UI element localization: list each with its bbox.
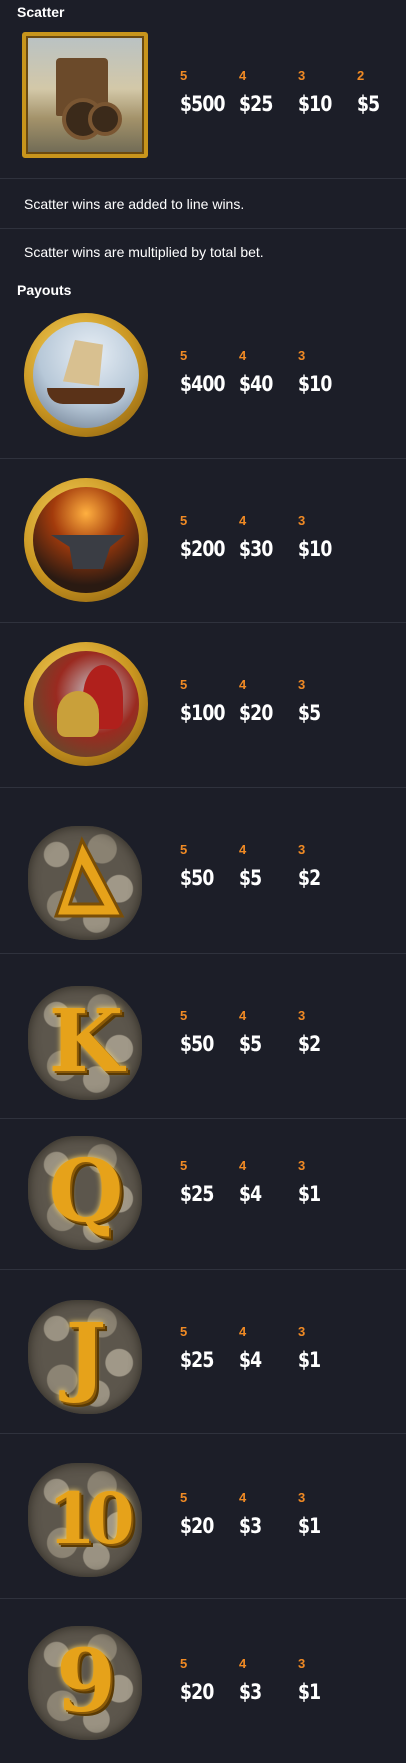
scatter-paytable: 5 $500 4 $25 3 $10 2 $5: [180, 68, 406, 116]
pay-value: $25: [180, 1182, 214, 1206]
pay-count: 3: [298, 1008, 306, 1023]
pay-count: 3: [298, 1490, 306, 1505]
pay-value: $2: [298, 1032, 321, 1056]
pay-count: 2: [357, 68, 365, 83]
pay-value: $50: [180, 866, 214, 890]
pay-value: $1: [298, 1182, 321, 1206]
divider: [0, 953, 406, 954]
pay-value: $4: [239, 1348, 262, 1372]
k-stone-symbol: K: [22, 978, 150, 1106]
pay-value: $10: [298, 92, 332, 116]
payout-row: 5 $400 4 $40 3 $10: [180, 348, 357, 396]
payouts-title: Payouts: [17, 282, 72, 298]
payout-row: 5 $50 4 $5 3 $2: [180, 842, 357, 890]
pay-value: $400: [180, 372, 225, 396]
pay-value: $10: [298, 372, 332, 396]
pay-value: $1: [298, 1514, 321, 1538]
pay-value: $4: [239, 1182, 262, 1206]
pay-count: 4: [239, 1008, 247, 1023]
pay-value: $40: [239, 372, 273, 396]
pay-value: $30: [239, 537, 273, 561]
divider: [0, 787, 406, 788]
ten-stone-symbol: 10: [22, 1455, 150, 1583]
pay-count: 4: [239, 348, 247, 363]
ship-coin-symbol: [22, 311, 150, 439]
pay-count: 4: [239, 1324, 247, 1339]
divider: [0, 1598, 406, 1599]
pay-count: 3: [298, 1656, 306, 1671]
pay-count: 3: [298, 513, 306, 528]
pay-count: 5: [180, 68, 188, 83]
pay-count: 3: [298, 1324, 306, 1339]
pay-count: 3: [298, 348, 306, 363]
pay-count: 4: [239, 1490, 247, 1505]
divider: [0, 1433, 406, 1434]
payout-row: 5 $25 4 $4 3 $1: [180, 1158, 357, 1206]
pay-count: 5: [180, 1158, 188, 1173]
pay-value: $5: [357, 92, 380, 116]
divider: [0, 622, 406, 623]
payout-row: 5 $20 4 $3 3 $1: [180, 1656, 357, 1704]
pay-count: 5: [180, 1490, 188, 1505]
pay-count: 3: [298, 1158, 306, 1173]
divider: [0, 458, 406, 459]
pay-count: 4: [239, 1158, 247, 1173]
pay-value: $1: [298, 1680, 321, 1704]
pay-count: 3: [298, 68, 306, 83]
payout-row: 5 $50 4 $5 3 $2: [180, 1008, 357, 1056]
pay-count: 3: [298, 842, 306, 857]
pay-count: 5: [180, 677, 188, 692]
pay-value: $25: [180, 1348, 214, 1372]
pay-value: $20: [180, 1680, 214, 1704]
divider: [0, 1118, 406, 1119]
divider: [0, 1269, 406, 1270]
nine-stone-symbol: 9: [22, 1618, 150, 1746]
anvil-coin-symbol: [22, 476, 150, 604]
divider: [0, 228, 406, 229]
pay-count: 5: [180, 842, 188, 857]
pay-value: $20: [239, 701, 273, 725]
pay-value: $5: [298, 701, 321, 725]
payout-row: 5 $100 4 $20 3 $5: [180, 677, 357, 725]
pay-value: $200: [180, 537, 225, 561]
pay-count: 4: [239, 677, 247, 692]
pay-count: 5: [180, 1656, 188, 1671]
catapult-scatter-symbol: [22, 32, 148, 158]
pay-count: 5: [180, 1008, 188, 1023]
pay-value: $5: [239, 1032, 262, 1056]
scatter-title: Scatter: [17, 4, 65, 20]
pay-value: $100: [180, 701, 225, 725]
payout-row: 5 $25 4 $4 3 $1: [180, 1324, 357, 1372]
pay-value: $5: [239, 866, 262, 890]
scatter-note: Scatter wins are multiplied by total bet…: [24, 244, 264, 260]
pay-count: 4: [239, 68, 247, 83]
pay-count: 4: [239, 842, 247, 857]
pay-value: $20: [180, 1514, 214, 1538]
pay-value: $10: [298, 537, 332, 561]
payout-row: 5 $200 4 $30 3 $10: [180, 513, 357, 561]
payout-row: 5 $20 4 $3 3 $1: [180, 1490, 357, 1538]
pay-count: 3: [298, 677, 306, 692]
pay-value: $25: [239, 92, 273, 116]
pay-count: 5: [180, 1324, 188, 1339]
pay-count: 5: [180, 513, 188, 528]
pay-value: $500: [180, 92, 225, 116]
pay-count: 4: [239, 513, 247, 528]
pay-value: $3: [239, 1680, 262, 1704]
pay-value: $50: [180, 1032, 214, 1056]
pay-value: $3: [239, 1514, 262, 1538]
pay-count: 5: [180, 348, 188, 363]
scatter-note: Scatter wins are added to line wins.: [24, 196, 245, 212]
pay-value: $2: [298, 866, 321, 890]
helmet-coin-symbol: [22, 640, 150, 768]
a-stone-symbol: [22, 818, 150, 946]
j-stone-symbol: J: [22, 1292, 150, 1420]
q-stone-symbol: Q: [22, 1128, 150, 1256]
divider: [0, 178, 406, 179]
pay-count: 4: [239, 1656, 247, 1671]
pay-value: $1: [298, 1348, 321, 1372]
